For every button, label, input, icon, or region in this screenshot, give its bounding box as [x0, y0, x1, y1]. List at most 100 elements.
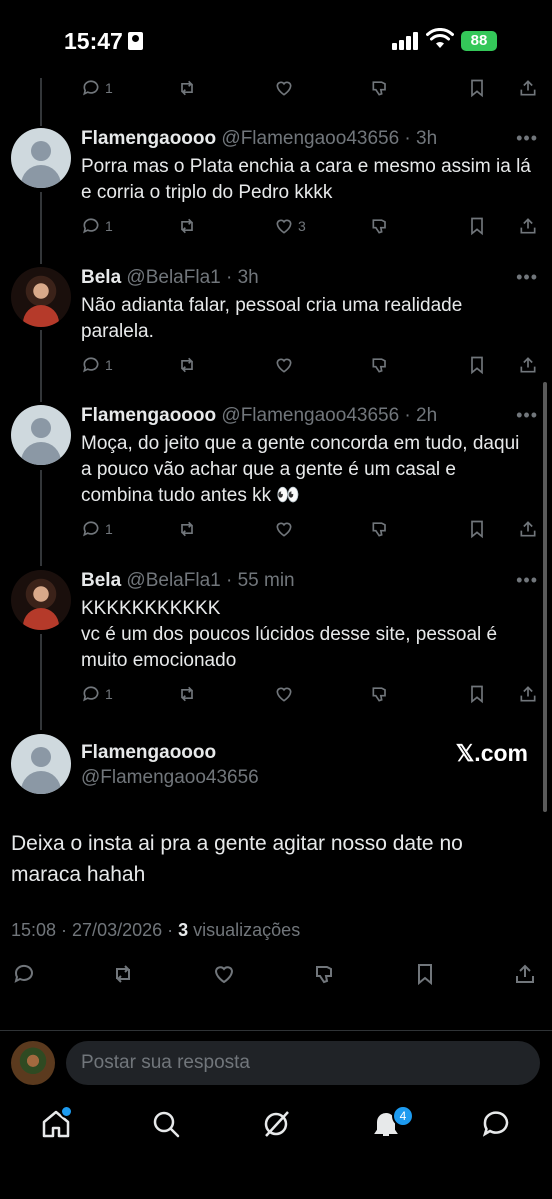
cellular-signal-icon	[392, 32, 418, 50]
notifications-badge: 4	[392, 1105, 414, 1127]
more-options-icon[interactable]: •••	[516, 405, 538, 426]
reply-button[interactable]: 1	[81, 214, 113, 238]
bookmark-icon	[418, 964, 432, 986]
repost-icon	[116, 965, 130, 983]
share-button[interactable]	[518, 682, 538, 706]
share-icon	[520, 357, 536, 373]
repost-button[interactable]	[177, 353, 197, 377]
tweet-text-line: KKKKKKKKKKK	[81, 598, 221, 619]
share-button[interactable]	[518, 214, 538, 238]
author-name[interactable]: Flamengaoooo	[81, 128, 216, 149]
like-button[interactable]	[274, 76, 294, 100]
share-button[interactable]	[518, 517, 538, 541]
tweet-header: Bela @BelaFla1 · 3h	[81, 267, 259, 288]
downvote-button[interactable]	[313, 962, 337, 986]
more-options-icon[interactable]: •••	[516, 570, 538, 591]
reply-button[interactable]: 1	[81, 682, 113, 706]
share-icon	[520, 80, 536, 96]
main-tweet-text: Deixa o insta ai pra a gente agitar noss…	[11, 832, 463, 886]
thumbs-down-icon	[316, 966, 332, 984]
heart-icon	[276, 522, 292, 537]
repost-button[interactable]	[111, 962, 135, 986]
bookmark-icon	[471, 79, 483, 98]
heart-icon	[276, 358, 292, 373]
avatar[interactable]	[11, 128, 71, 188]
tweet-time: 55 min	[237, 570, 295, 591]
reply-input[interactable]: Postar sua resposta	[66, 1041, 540, 1085]
downvote-button[interactable]	[370, 682, 390, 706]
reply-button[interactable]	[12, 962, 36, 986]
downvote-button[interactable]	[370, 517, 390, 541]
like-button[interactable]: 3	[274, 214, 306, 238]
repost-button[interactable]	[177, 214, 197, 238]
avatar[interactable]	[11, 570, 71, 630]
reply-icon	[83, 218, 99, 234]
bookmark-button[interactable]	[467, 76, 487, 100]
tweet-time: 2h	[416, 405, 438, 426]
share-icon	[520, 686, 536, 702]
thumbs-down-icon	[372, 358, 386, 373]
heart-icon	[276, 219, 292, 234]
reply-icon	[83, 357, 99, 373]
downvote-button[interactable]	[370, 353, 390, 377]
reply-count: 1	[105, 521, 113, 537]
bookmark-button[interactable]	[467, 214, 487, 238]
scrollbar[interactable]	[543, 382, 547, 812]
share-button[interactable]	[518, 353, 538, 377]
bottom-nav	[0, 1100, 552, 1150]
reply-count: 1	[105, 218, 113, 234]
main-avatar[interactable]	[11, 734, 71, 794]
author-name[interactable]: Flamengaoooo	[81, 405, 216, 426]
like-button[interactable]	[212, 962, 236, 986]
reply-button[interactable]: 1	[81, 517, 113, 541]
reply-icon	[83, 521, 99, 537]
avatar[interactable]	[11, 405, 71, 465]
reply-button[interactable]: 1	[81, 353, 113, 377]
tweet-timestamp: 15:08 · 27/03/2026 ·	[11, 920, 179, 940]
bookmark-icon	[471, 217, 483, 236]
tweet-text: Porra mas o Plata enchia a cara e mesmo …	[81, 156, 531, 203]
repost-button[interactable]	[177, 76, 197, 100]
like-button[interactable]	[274, 517, 294, 541]
messages-icon[interactable]	[480, 1108, 512, 1140]
bookmark-button[interactable]	[467, 682, 487, 706]
author-handle[interactable]: @Flamengaoo43656	[221, 128, 399, 149]
like-button[interactable]	[274, 682, 294, 706]
share-button[interactable]	[518, 76, 538, 100]
bookmark-icon	[471, 356, 483, 375]
reply-icon	[83, 80, 99, 96]
like-count: 3	[298, 218, 306, 234]
avatar[interactable]	[11, 267, 71, 327]
repost-button[interactable]	[177, 517, 197, 541]
repost-button[interactable]	[177, 682, 197, 706]
tweet-text: KKKKKKKKKKK vc é um dos poucos lúcidos d…	[81, 596, 532, 674]
reply-button[interactable]: 1	[81, 76, 113, 100]
author-handle[interactable]: @BelaFla1	[126, 267, 220, 288]
author-name[interactable]: Bela	[81, 267, 121, 288]
divider	[0, 1030, 552, 1031]
tweet-text-line: vc é um dos poucos lúcidos desse site, p…	[81, 624, 498, 671]
tweet-header: Bela @BelaFla1 · 55 min	[81, 570, 295, 591]
share-button[interactable]	[513, 962, 537, 986]
current-user-avatar[interactable]	[11, 1041, 55, 1085]
author-handle[interactable]: @Flamengaoo43656	[221, 405, 399, 426]
more-options-icon[interactable]: •••	[516, 267, 538, 288]
tweet-actions: 1	[0, 517, 552, 541]
bookmark-button[interactable]	[413, 962, 437, 986]
bookmark-button[interactable]	[467, 517, 487, 541]
author-name[interactable]: Bela	[81, 570, 121, 591]
more-options-icon[interactable]: •••	[516, 128, 538, 149]
home-badge-dot	[60, 1105, 73, 1118]
tweet-actions: 1	[0, 682, 552, 706]
author-handle[interactable]: @BelaFla1	[126, 570, 220, 591]
like-button[interactable]	[274, 353, 294, 377]
reply-icon	[14, 964, 33, 983]
search-icon[interactable]	[150, 1108, 182, 1140]
downvote-button[interactable]	[370, 214, 390, 238]
bookmark-button[interactable]	[467, 353, 487, 377]
bookmark-icon	[471, 685, 483, 704]
downvote-button[interactable]	[370, 76, 390, 100]
main-author-name[interactable]: Flamengaoooo	[81, 742, 216, 764]
grok-icon[interactable]	[260, 1108, 292, 1140]
main-author-handle[interactable]: @Flamengaoo43656	[81, 767, 259, 789]
